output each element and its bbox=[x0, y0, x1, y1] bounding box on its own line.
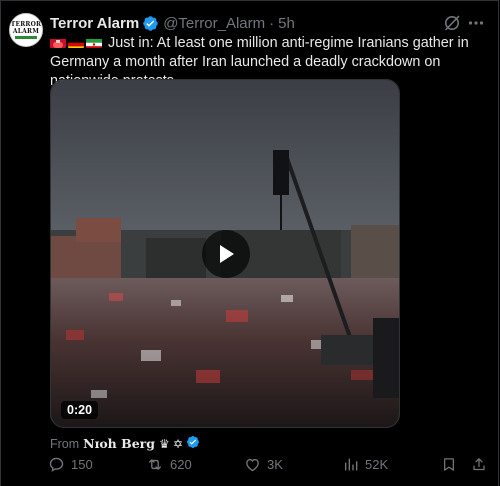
source-verified-icon bbox=[186, 435, 200, 452]
video-source: From Nɪoh Berg ♛ ✡ bbox=[50, 435, 200, 452]
views-icon bbox=[344, 458, 358, 471]
reply-count: 150 bbox=[71, 457, 93, 472]
play-button[interactable] bbox=[202, 230, 250, 278]
source-name[interactable]: Nɪoh Berg bbox=[83, 436, 155, 451]
frame-right bbox=[498, 0, 499, 486]
avatar[interactable]: TERROR ALARM bbox=[9, 13, 43, 47]
separator-dot: · bbox=[269, 14, 275, 32]
frame-left bbox=[0, 0, 1, 486]
bookmark-icon bbox=[444, 458, 454, 471]
like-button[interactable]: 3K bbox=[244, 456, 283, 473]
like-icon bbox=[246, 458, 259, 472]
germany-flag-icon bbox=[68, 37, 84, 48]
share-icon bbox=[473, 458, 485, 471]
reply-button[interactable]: 150 bbox=[48, 456, 93, 473]
avatar-text-line1: TERROR bbox=[10, 21, 42, 28]
iran-flag-icon bbox=[86, 37, 102, 48]
repost-icon bbox=[149, 459, 161, 470]
verified-icon[interactable] bbox=[142, 15, 159, 32]
author-handle[interactable]: @Terror_Alarm bbox=[163, 15, 265, 32]
action-bar: 150 620 3K 52K bbox=[48, 456, 488, 478]
tweet-header: Terror Alarm @Terror_Alarm · 5h bbox=[50, 13, 295, 33]
video-player[interactable]: 0:20 bbox=[50, 79, 400, 428]
play-icon bbox=[220, 245, 234, 263]
siren-flag-icon bbox=[50, 37, 66, 48]
bookmark-button[interactable] bbox=[441, 456, 463, 473]
views-button[interactable]: 52K bbox=[343, 456, 388, 473]
like-count: 3K bbox=[267, 457, 283, 472]
avatar-text-line2: ALARM bbox=[12, 28, 40, 35]
grok-icon[interactable] bbox=[443, 14, 461, 32]
timestamp[interactable]: 5h bbox=[278, 15, 295, 32]
share-button[interactable] bbox=[471, 456, 493, 473]
reply-icon bbox=[49, 457, 64, 472]
avatar-stripe bbox=[15, 36, 37, 39]
frame-top bbox=[0, 0, 498, 1]
source-from-label: From bbox=[50, 436, 80, 451]
repost-count: 620 bbox=[170, 457, 192, 472]
author-name[interactable]: Terror Alarm bbox=[50, 15, 139, 32]
more-icon[interactable] bbox=[467, 14, 485, 32]
video-duration: 0:20 bbox=[61, 401, 99, 419]
source-emoji: ♛ ✡ bbox=[158, 436, 184, 451]
repost-button[interactable]: 620 bbox=[146, 456, 192, 473]
views-count: 52K bbox=[365, 457, 389, 472]
